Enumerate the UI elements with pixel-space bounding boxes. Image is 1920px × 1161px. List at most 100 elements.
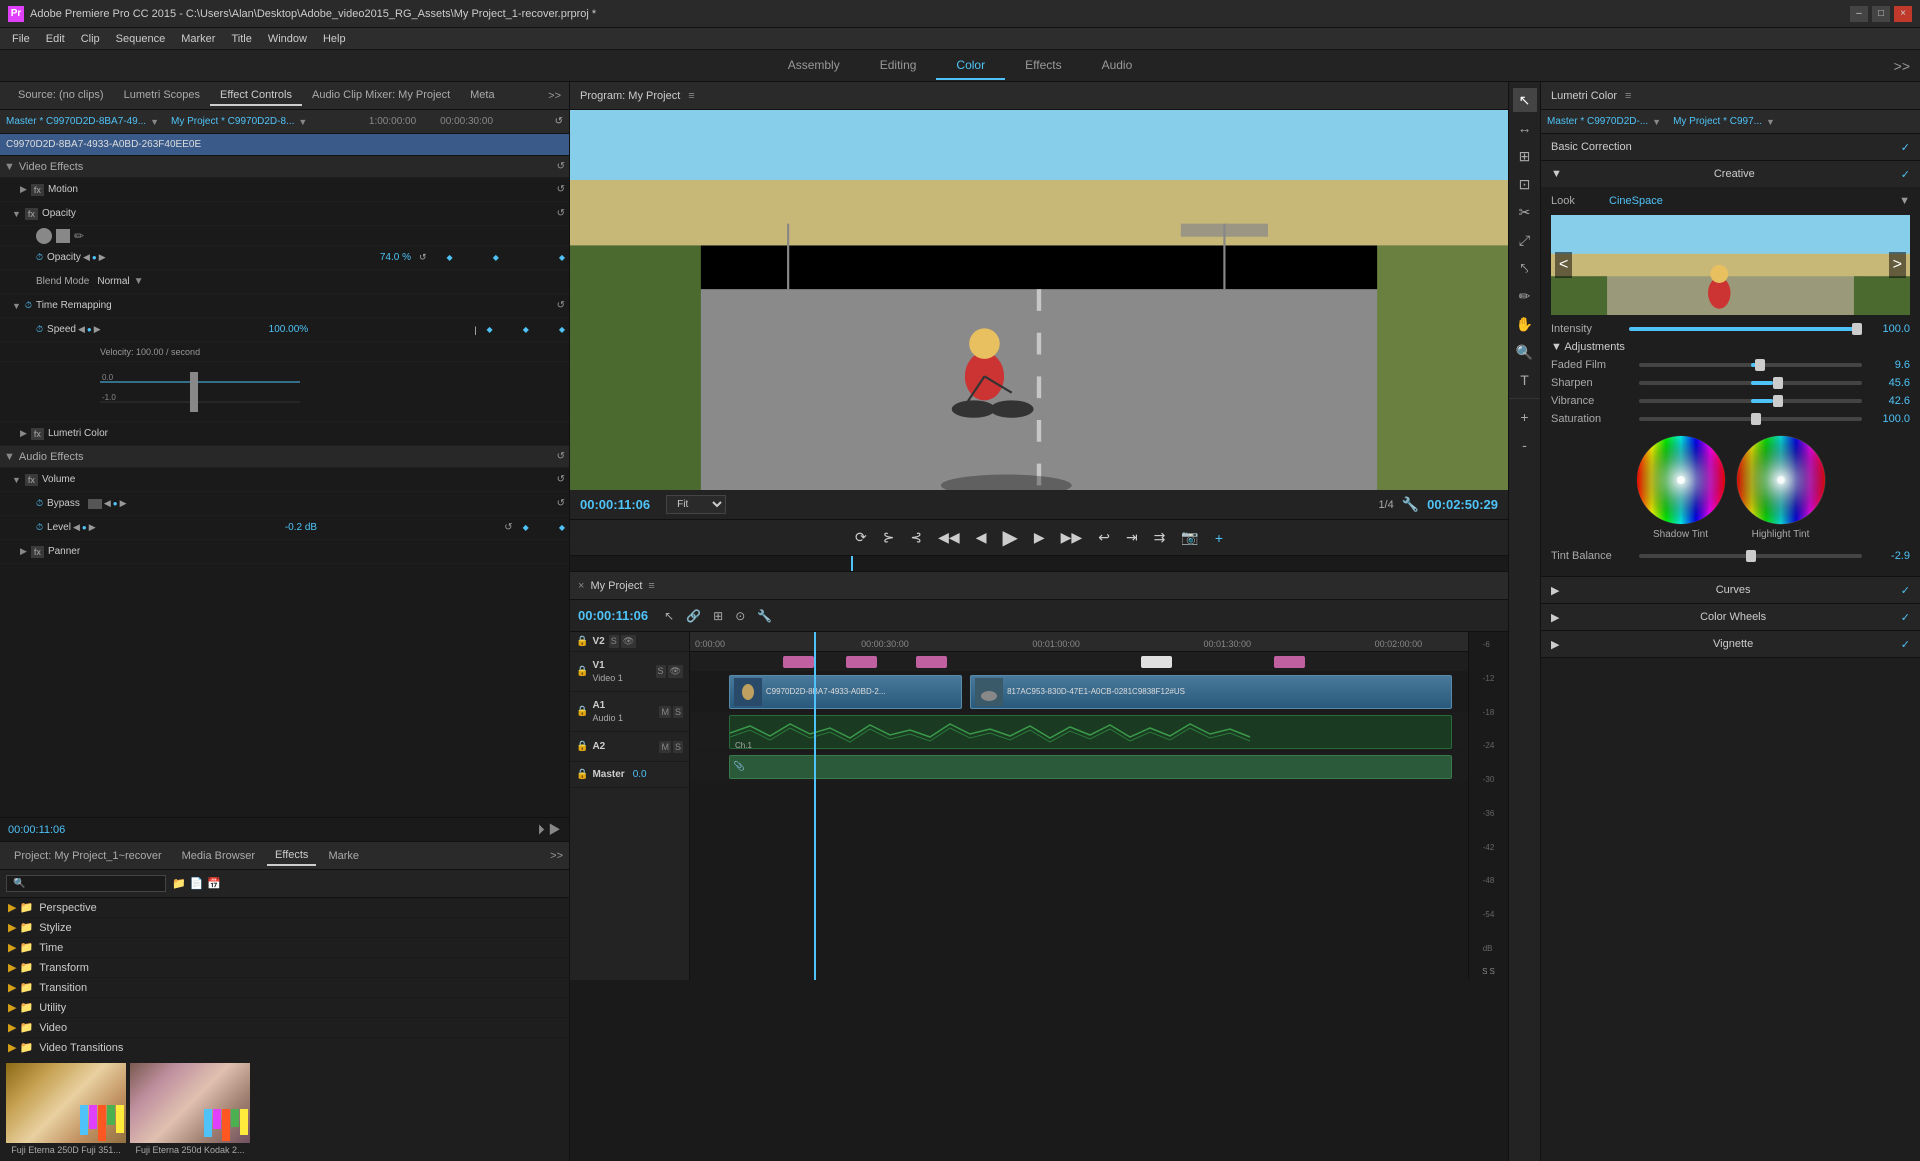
level-arrow-right[interactable]: ▶	[89, 522, 96, 533]
highlight-tint-wheel[interactable]	[1736, 435, 1826, 525]
snap-button[interactable]: ⊞	[709, 607, 727, 625]
opacity-dot[interactable]: ●	[92, 253, 97, 262]
seq-close-icon[interactable]: ×	[578, 580, 584, 592]
opacity-arrow-left[interactable]: ◀	[83, 252, 90, 263]
link-button[interactable]: 🔧	[753, 607, 776, 625]
menu-title[interactable]: Title	[223, 31, 259, 47]
basic-correction-check[interactable]: ✓	[1901, 141, 1910, 154]
tab-color[interactable]: Color	[936, 52, 1005, 80]
tint-balance-slider[interactable]	[1639, 554, 1862, 558]
mark-out-button[interactable]: ⊰	[906, 527, 926, 548]
opacity-stopwatch[interactable]: ⏱	[36, 252, 43, 263]
a1-audio-clip[interactable]: Ch.1	[729, 715, 1453, 749]
minimize-button[interactable]: –	[1850, 6, 1868, 22]
curves-check[interactable]: ✓	[1901, 584, 1910, 597]
a2-audio-clip[interactable]: 📎	[729, 755, 1453, 779]
lumetri-master-clip[interactable]: Master * C9970D2D-...	[1547, 116, 1648, 127]
opacity-expand[interactable]: ▼	[12, 209, 21, 219]
speed-arrow-left[interactable]: ◀	[78, 324, 85, 335]
loop-button[interactable]: ⟳	[851, 527, 871, 548]
opacity-arrow-right[interactable]: ▶	[99, 252, 106, 263]
tab-effect-controls[interactable]: Effect Controls	[210, 86, 302, 106]
fit-select[interactable]: Fit 25% 50% 100%	[666, 495, 726, 514]
opacity-reset[interactable]: ↺	[557, 208, 565, 219]
look-next-button[interactable]: >	[1889, 252, 1906, 278]
preview-item-1[interactable]: Fuji Eterna 250D Fuji 351...	[6, 1063, 126, 1155]
insert-button[interactable]: ⇥	[1122, 527, 1142, 548]
list-item[interactable]: ▶ 📁 Time	[0, 938, 569, 958]
v2-clip-1[interactable]	[783, 656, 814, 668]
bypass-arrow-left[interactable]: ◀	[104, 498, 111, 509]
tab-markers[interactable]: Marke	[320, 847, 367, 865]
export-frame-button[interactable]: 📷	[1177, 527, 1202, 548]
vol-reset[interactable]: ↺	[557, 474, 565, 485]
curves-header[interactable]: ▶ Curves ✓	[1541, 577, 1920, 603]
next-frame-button[interactable]: ▶	[1030, 527, 1049, 548]
timeline-scrubbar[interactable]	[570, 556, 1508, 572]
tab-audio-clip-mixer[interactable]: Audio Clip Mixer: My Project	[302, 86, 460, 106]
speed-handle[interactable]: |	[474, 325, 476, 335]
v1-visible-icon[interactable]: 👁	[668, 665, 683, 678]
level-reset[interactable]: ↺	[504, 522, 512, 533]
audio-effects-section[interactable]: ▼ Audio Effects ↺	[0, 446, 569, 468]
lumetri-menu-icon[interactable]: ≡	[1625, 90, 1631, 102]
workspace-expand[interactable]: >>	[1894, 58, 1910, 74]
pen-btn[interactable]: ✏	[1513, 284, 1537, 308]
timeline-timecode[interactable]: 00:00:11:06	[578, 608, 648, 623]
effects-search-input[interactable]	[6, 875, 166, 892]
menu-window[interactable]: Window	[260, 31, 315, 47]
vibrance-slider[interactable]	[1639, 399, 1862, 403]
opacity-keyframe[interactable]: ◆	[447, 253, 453, 262]
bypass-toggle[interactable]	[88, 499, 102, 509]
slide-btn[interactable]: ⤣	[1513, 256, 1537, 280]
tab-effects-panel[interactable]: Effects	[267, 846, 316, 866]
menu-clip[interactable]: Clip	[73, 31, 108, 47]
menu-help[interactable]: Help	[315, 31, 354, 47]
shadow-tint-wheel[interactable]	[1636, 435, 1726, 525]
add-marker-button[interactable]: +	[1211, 528, 1227, 548]
tab-editing[interactable]: Editing	[860, 52, 937, 80]
color-wheels-header[interactable]: ▶ Color Wheels ✓	[1541, 604, 1920, 630]
zoom-in-btn[interactable]: +	[1513, 405, 1537, 429]
tr-reset[interactable]: ↺	[557, 300, 565, 311]
tab-media-browser[interactable]: Media Browser	[174, 847, 263, 865]
menu-sequence[interactable]: Sequence	[108, 31, 174, 47]
v2-sync-icon[interactable]: S	[609, 635, 619, 648]
slip-btn[interactable]: ⤢	[1513, 228, 1537, 252]
saturation-slider[interactable]	[1639, 417, 1862, 421]
lock-a2[interactable]: 🔒	[576, 741, 588, 752]
level-value[interactable]: -0.2 dB	[285, 522, 317, 533]
v1-clip-1[interactable]: C9970D2D-8BA7-4933-A0BD-2...	[729, 675, 962, 709]
new-folder-icon[interactable]: 📁	[172, 877, 186, 890]
play-stop-button[interactable]: ▶	[998, 523, 1021, 552]
program-timecode[interactable]: 00:00:11:06	[580, 497, 650, 512]
window-controls[interactable]: – □ ×	[1850, 6, 1912, 22]
preview-item-2[interactable]: Fuji Eterna 250d Kodak 2...	[130, 1063, 250, 1155]
a2-solo-icon[interactable]: S	[673, 741, 683, 753]
video-effects-section[interactable]: ▼ Video Effects ↺	[0, 156, 569, 178]
ve-reset[interactable]: ↺	[557, 161, 565, 172]
menu-file[interactable]: File	[4, 31, 38, 47]
close-button[interactable]: ×	[1894, 6, 1912, 22]
v1-clip-2[interactable]: 817AC953-830D-47E1-A0CB-0281C9838F12#US	[970, 675, 1452, 709]
level-kf1[interactable]: ◆	[523, 523, 529, 532]
list-item[interactable]: ▶ 📁 Video Transitions	[0, 1038, 569, 1057]
list-item[interactable]: ▶ 📁 Stylize	[0, 918, 569, 938]
a1-mute-icon[interactable]: M	[659, 706, 671, 718]
razor-btn[interactable]: ✂	[1513, 200, 1537, 224]
blend-dropdown-arrow[interactable]: ▼	[134, 276, 144, 287]
faded-film-slider[interactable]	[1639, 363, 1862, 367]
tab-audio[interactable]: Audio	[1082, 52, 1153, 80]
type-btn[interactable]: T	[1513, 368, 1537, 392]
v2-clip-4[interactable]	[1141, 656, 1172, 668]
step-back-button[interactable]: ◀◀	[934, 527, 964, 548]
reset-all-icon[interactable]: ↺	[555, 116, 563, 127]
list-item[interactable]: ▶ 📁 Perspective	[0, 898, 569, 918]
color-wheels-check[interactable]: ✓	[1901, 611, 1910, 624]
sharpen-slider[interactable]	[1639, 381, 1862, 385]
seq-menu-icon[interactable]: ≡	[648, 580, 654, 592]
creative-check[interactable]: ✓	[1901, 168, 1910, 181]
speed-stopwatch[interactable]: ⏱	[36, 324, 43, 335]
tab-project[interactable]: Project: My Project_1~recover	[6, 847, 170, 865]
panner-expand[interactable]: ▶	[20, 546, 27, 557]
